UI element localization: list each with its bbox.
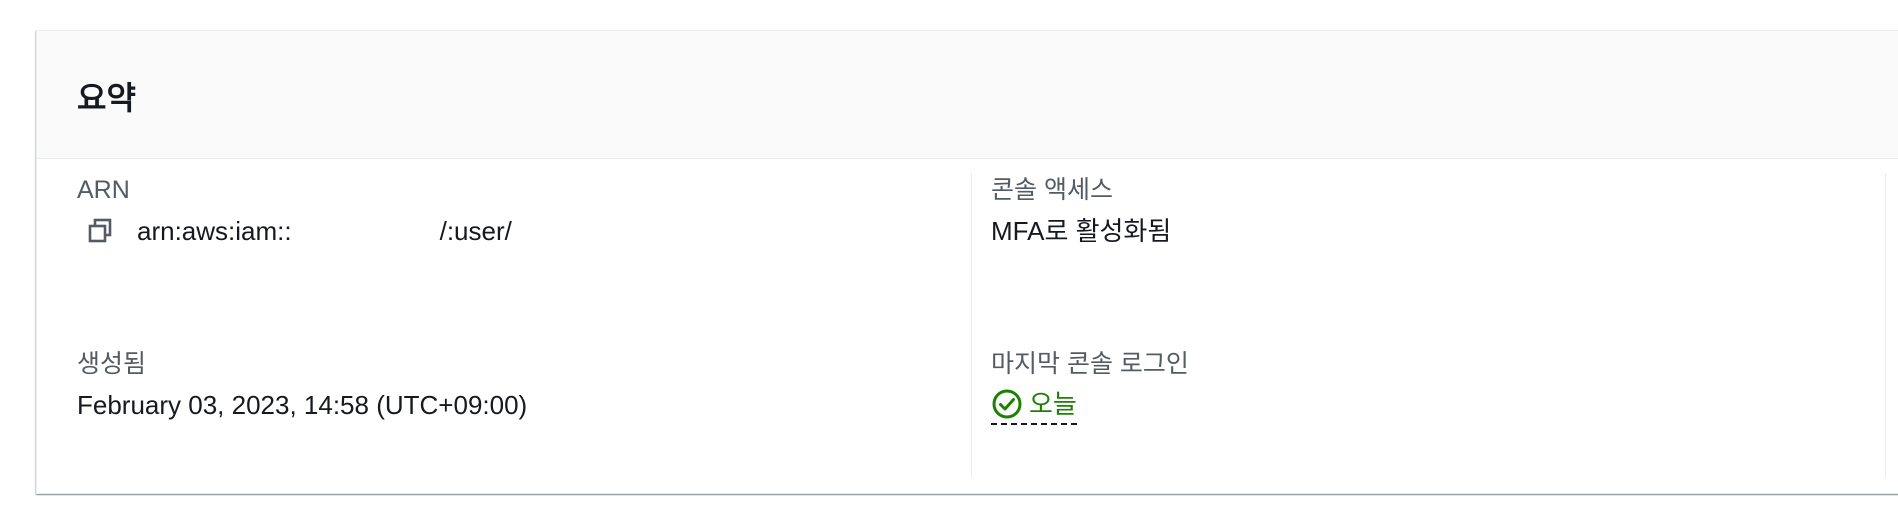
last-login-status-popover[interactable]: 오늘 [991,387,1077,425]
summary-panel: 요약 ARN arn:aws:iam::/:user/ 생성됨 February… [36,30,1898,494]
created-value: February 03, 2023, 14:58 (UTC+09:00) [77,390,528,420]
console-access-value: MFA로 활성화됨 [991,216,1172,246]
created-label: 생성됨 [77,350,147,378]
column-divider-right [1885,173,1886,477]
last-console-login-field: 마지막 콘솔 로그인 오늘 [991,347,1189,425]
panel-body: ARN arn:aws:iam::/:user/ 생성됨 February 03… [37,159,1898,494]
arn-label: ARN [77,176,130,204]
arn-value-prefix: arn:aws:iam:: [137,216,292,246]
arn-value: arn:aws:iam::/:user/ [137,213,692,249]
arn-row: arn:aws:iam::/:user/ [77,213,692,249]
redacted-account-id [291,219,440,248]
created-field: 생성됨 February 03, 2023, 14:58 (UTC+09:00) [77,347,527,423]
arn-field: ARN arn:aws:iam::/:user/ [77,173,692,249]
summary-column-left: ARN arn:aws:iam::/:user/ 생성됨 February 03… [77,173,967,477]
column-divider [971,173,972,477]
console-access-field: 콘솔 액세스 MFA로 활성화됨 [991,173,1171,249]
copy-icon [88,218,112,243]
copy-arn-button[interactable] [85,216,115,246]
last-console-login-label: 마지막 콘솔 로그인 [991,350,1189,378]
redacted-username [511,219,692,248]
last-login-status-text: 오늘 [1029,389,1077,419]
summary-column-right: 콘솔 액세스 MFA로 활성화됨 마지막 콘솔 로그인 오늘 [991,173,1871,477]
check-circle-icon [992,389,1022,419]
panel-header: 요약 [37,31,1898,159]
console-access-label: 콘솔 액세스 [991,176,1113,204]
arn-value-middle: /:user/ [439,216,512,246]
last-login-status-row: 오늘 [991,387,1189,425]
panel-title: 요약 [77,79,136,116]
